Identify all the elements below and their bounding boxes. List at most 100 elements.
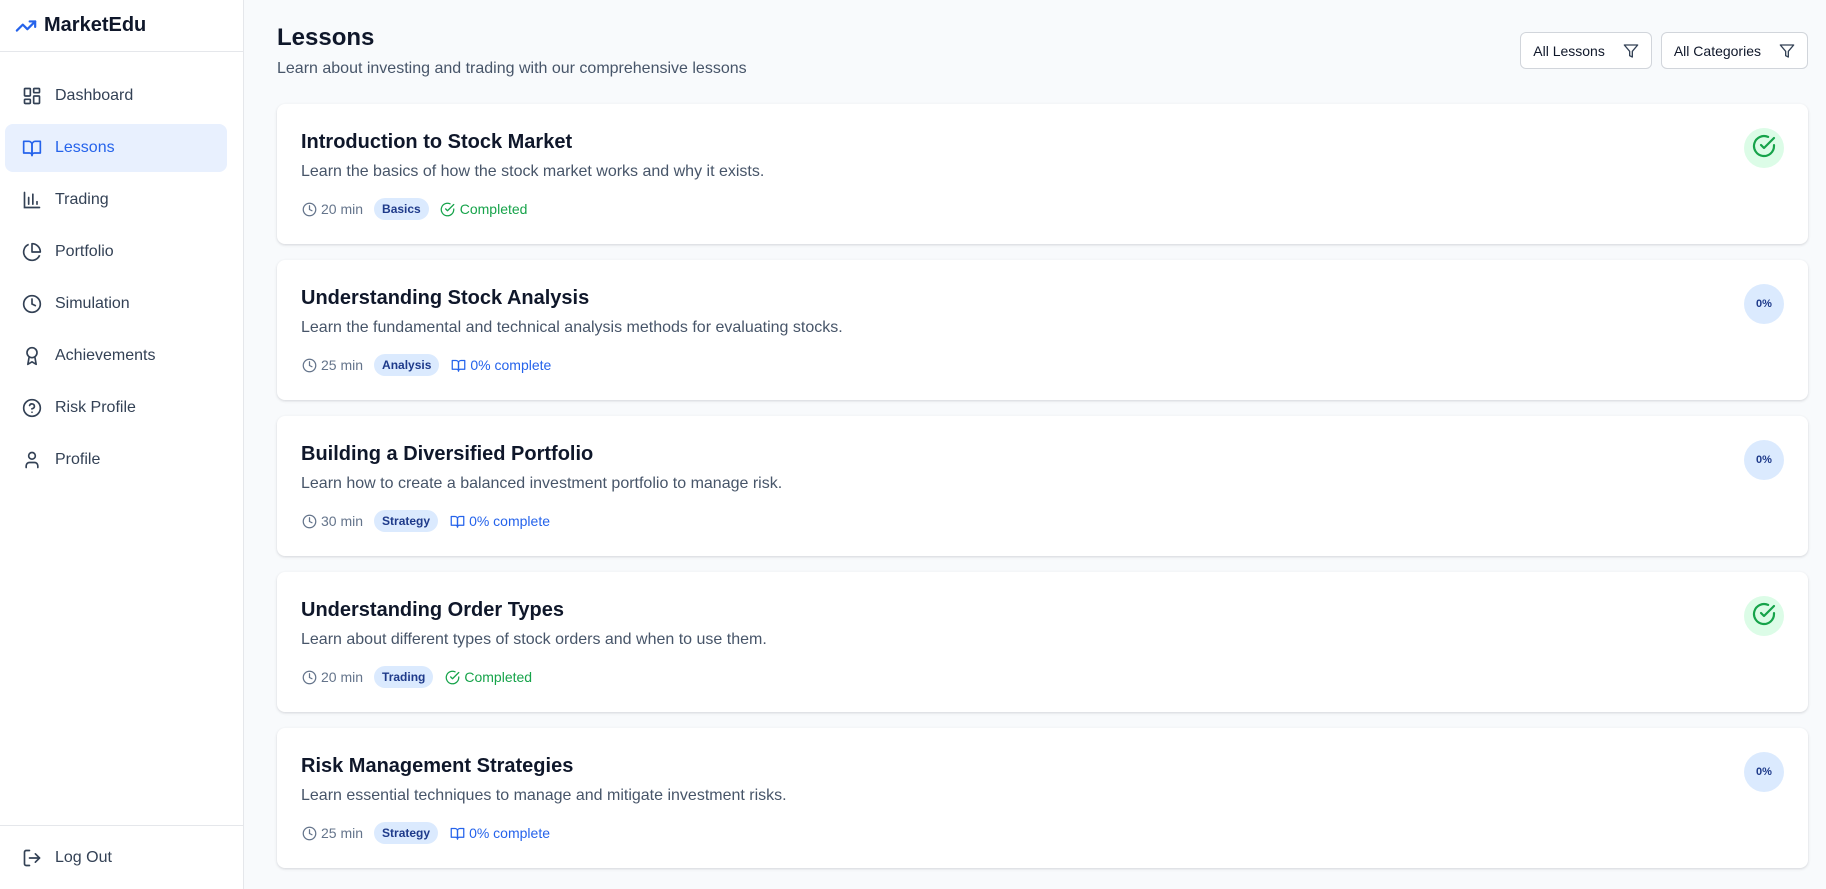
sidebar-item-achievements[interactable]: Achievements <box>5 332 227 380</box>
lesson-meta: 25 min Strategy 0% complete <box>301 822 550 844</box>
page-subtitle: Learn about investing and trading with o… <box>277 60 747 77</box>
sidebar-nav: Dashboard Lessons Trading Portfolio Simu… <box>0 52 243 484</box>
lesson-meta: 20 min Trading Completed <box>301 666 532 688</box>
category-badge: Basics <box>374 198 429 220</box>
check-circle-icon <box>1752 602 1776 631</box>
lesson-status: Completed <box>444 669 532 685</box>
lesson-title: Building a Diversified Portfolio <box>301 443 594 465</box>
sidebar-item-simulation[interactable]: Simulation <box>5 280 227 328</box>
lesson-title: Introduction to Stock Market <box>301 131 573 153</box>
bar-chart-icon <box>22 190 42 210</box>
clock-icon <box>301 825 317 841</box>
category-badge: Strategy <box>374 510 439 532</box>
lesson-list: Introduction to Stock Market Learn the b… <box>277 104 1808 884</box>
sidebar-item-label: Lessons <box>55 139 115 156</box>
clock-icon <box>301 513 317 529</box>
page-title: Lessons <box>277 24 375 51</box>
lesson-duration-text: 30 min <box>321 513 364 529</box>
lesson-meta: 30 min Strategy 0% complete <box>301 510 550 532</box>
sidebar-item-label: Simulation <box>55 295 130 312</box>
sidebar-item-trading[interactable]: Trading <box>5 176 227 224</box>
lesson-duration-text: 25 min <box>321 357 364 373</box>
lesson-status-text: 0% complete <box>469 513 550 529</box>
sidebar-item-portfolio[interactable]: Portfolio <box>5 228 227 276</box>
sidebar-item-label: Achievements <box>55 347 156 364</box>
lesson-duration: 30 min <box>301 513 363 529</box>
trending-up-icon <box>14 14 38 38</box>
lesson-title: Understanding Stock Analysis <box>301 287 590 309</box>
logout-label: Log Out <box>55 848 112 866</box>
lesson-status: 0% complete <box>450 357 551 373</box>
book-open-icon <box>22 138 42 158</box>
completed-indicator <box>1744 596 1784 636</box>
lesson-card[interactable]: Building a Diversified Portfolio Learn h… <box>277 416 1808 556</box>
lesson-status-text: 0% complete <box>469 825 550 841</box>
sidebar-item-profile[interactable]: Profile <box>5 436 227 484</box>
lesson-duration-text: 25 min <box>321 825 364 841</box>
progress-indicator: 0% <box>1744 440 1784 480</box>
lesson-duration-text: 20 min <box>321 669 364 685</box>
pie-chart-icon <box>22 242 42 262</box>
clock-icon <box>301 357 317 373</box>
award-icon <box>22 346 42 366</box>
sidebar-item-risk-profile[interactable]: Risk Profile <box>5 384 227 432</box>
lesson-card[interactable]: Understanding Stock Analysis Learn the f… <box>277 260 1808 400</box>
user-icon <box>22 450 42 470</box>
clock-icon <box>301 669 317 685</box>
check-circle-icon <box>1752 134 1776 163</box>
brand[interactable]: MarketEdu <box>0 0 243 52</box>
app-name: MarketEdu <box>44 14 147 36</box>
lesson-title: Risk Management Strategies <box>301 755 574 777</box>
clock-icon <box>22 294 42 314</box>
lesson-status: 0% complete <box>449 513 550 529</box>
lesson-description: Learn essential techniques to manage and… <box>301 787 787 804</box>
progress-indicator: 0% <box>1744 752 1784 792</box>
filter-icon <box>1623 43 1639 59</box>
lesson-filter-select[interactable]: All Lessons <box>1520 32 1652 69</box>
main-content: Lessons Learn about investing and tradin… <box>277 0 1808 889</box>
completed-indicator <box>1744 128 1784 168</box>
category-filter-select[interactable]: All Categories <box>1660 32 1808 69</box>
lesson-status-text: Completed <box>464 669 533 685</box>
lesson-description: Learn the fundamental and technical anal… <box>301 319 843 336</box>
lesson-duration-text: 20 min <box>321 201 364 217</box>
lesson-card[interactable]: Introduction to Stock Market Learn the b… <box>277 104 1808 244</box>
lesson-filter-value: All Lessons <box>1533 42 1605 59</box>
filter-icon <box>1779 43 1795 59</box>
sidebar-item-lessons[interactable]: Lessons <box>5 124 227 172</box>
filters: All Lessons All Categories <box>1520 32 1808 69</box>
log-out-icon <box>22 848 42 868</box>
lesson-status-text: 0% complete <box>470 357 552 373</box>
category-badge: Analysis <box>374 354 440 376</box>
lesson-meta: 25 min Analysis 0% complete <box>301 354 551 376</box>
sidebar-item-label: Profile <box>55 451 101 468</box>
check-circle-icon <box>444 669 460 685</box>
lesson-card[interactable]: Risk Management Strategies Learn essenti… <box>277 728 1808 868</box>
lesson-duration: 20 min <box>301 669 363 685</box>
sidebar: MarketEdu Dashboard Lessons Trading Port… <box>0 0 244 889</box>
sidebar-item-label: Risk Profile <box>55 399 136 416</box>
book-open-icon <box>450 357 466 373</box>
book-open-icon <box>449 513 465 529</box>
category-filter-value: All Categories <box>1673 42 1761 59</box>
dashboard-icon <box>22 86 42 106</box>
lesson-status: 0% complete <box>449 825 550 841</box>
lesson-meta: 20 min Basics Completed <box>301 198 527 220</box>
lesson-status-text: Completed <box>459 201 528 217</box>
progress-indicator: 0% <box>1744 284 1784 324</box>
sidebar-item-label: Trading <box>55 191 109 208</box>
logout-button[interactable]: Log Out <box>0 825 243 889</box>
sidebar-item-dashboard[interactable]: Dashboard <box>5 72 227 120</box>
lesson-title: Understanding Order Types <box>301 599 565 621</box>
lesson-description: Learn the basics of how the stock market… <box>301 163 765 180</box>
lesson-duration: 20 min <box>301 201 363 217</box>
book-open-icon <box>449 825 465 841</box>
sidebar-item-label: Portfolio <box>55 243 114 260</box>
lesson-duration: 25 min <box>301 357 363 373</box>
sidebar-item-label: Dashboard <box>55 87 134 104</box>
check-circle-icon <box>440 201 456 217</box>
lesson-card[interactable]: Understanding Order Types Learn about di… <box>277 572 1808 712</box>
lesson-duration: 25 min <box>301 825 363 841</box>
lesson-status: Completed <box>440 201 528 217</box>
lesson-description: Learn how to create a balanced investmen… <box>301 475 783 492</box>
